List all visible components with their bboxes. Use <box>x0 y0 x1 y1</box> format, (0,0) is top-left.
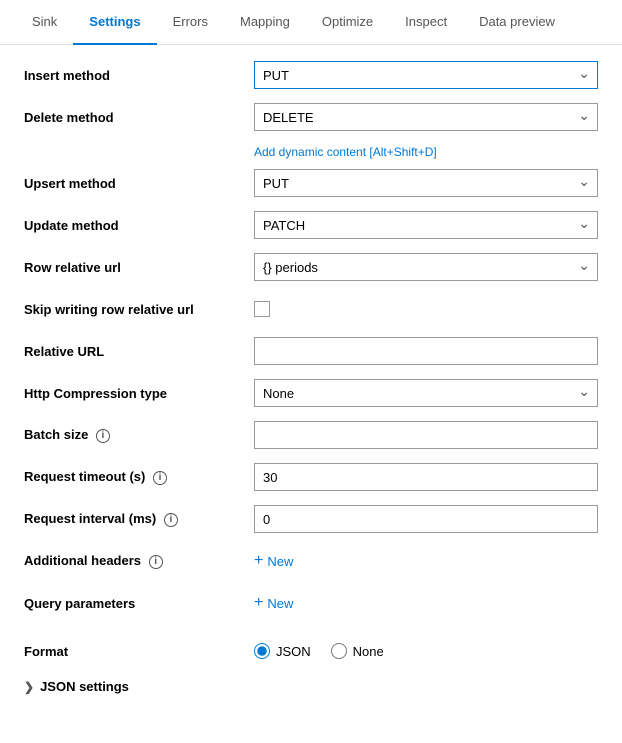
delete-method-select-wrapper: DELETE PUT POST <box>254 103 598 131</box>
insert-method-select-wrapper: PUT POST PATCH <box>254 61 598 89</box>
http-compression-label: Http Compression type <box>24 386 254 401</box>
relative-url-input[interactable] <box>254 337 598 365</box>
insert-method-label: Insert method <box>24 68 254 83</box>
request-interval-control <box>254 505 598 533</box>
http-compression-row: Http Compression type None GZip Deflate <box>24 379 598 407</box>
json-settings-label: JSON settings <box>40 679 129 694</box>
relative-url-row: Relative URL <box>24 337 598 365</box>
additional-headers-label: Additional headers i <box>24 553 254 569</box>
query-parameters-plus-icon: + <box>254 594 263 612</box>
insert-method-control: PUT POST PATCH <box>254 61 598 89</box>
request-timeout-info-icon[interactable]: i <box>153 471 167 485</box>
delete-method-control: DELETE PUT POST <box>254 103 598 131</box>
update-method-select-wrapper: PATCH PUT POST <box>254 211 598 239</box>
format-json-radio[interactable] <box>254 643 270 659</box>
format-none-option[interactable]: None <box>331 643 384 659</box>
query-parameters-control: + New <box>254 594 598 612</box>
request-interval-input[interactable] <box>254 505 598 533</box>
query-parameters-new-button[interactable]: + New <box>254 594 293 612</box>
tab-data-preview[interactable]: Data preview <box>463 0 571 45</box>
update-method-select[interactable]: PATCH PUT POST <box>254 211 598 239</box>
update-method-control: PATCH PUT POST <box>254 211 598 239</box>
dynamic-content-link[interactable]: Add dynamic content [Alt+Shift+D] <box>254 145 598 159</box>
upsert-method-control: PUT POST PATCH <box>254 169 598 197</box>
request-timeout-input[interactable] <box>254 463 598 491</box>
additional-headers-plus-icon: + <box>254 552 263 570</box>
format-json-option[interactable]: JSON <box>254 643 311 659</box>
additional-headers-control: + New <box>254 552 598 570</box>
request-interval-label: Request interval (ms) i <box>24 511 254 527</box>
json-settings-collapsible[interactable]: ❯ JSON settings <box>24 679 598 694</box>
insert-method-select[interactable]: PUT POST PATCH <box>254 61 598 89</box>
delete-method-select[interactable]: DELETE PUT POST <box>254 103 598 131</box>
query-parameters-label: Query parameters <box>24 596 254 611</box>
upsert-method-label: Upsert method <box>24 176 254 191</box>
request-timeout-control <box>254 463 598 491</box>
tab-errors[interactable]: Errors <box>157 0 224 45</box>
batch-size-control <box>254 421 598 449</box>
additional-headers-row: Additional headers i + New <box>24 547 598 575</box>
upsert-method-select[interactable]: PUT POST PATCH <box>254 169 598 197</box>
relative-url-label: Relative URL <box>24 344 254 359</box>
skip-writing-checkbox[interactable] <box>254 301 270 317</box>
update-method-row: Update method PATCH PUT POST <box>24 211 598 239</box>
json-settings-chevron-icon: ❯ <box>24 680 34 694</box>
format-control: JSON None <box>254 643 598 659</box>
tab-inspect[interactable]: Inspect <box>389 0 463 45</box>
format-label: Format <box>24 644 254 659</box>
settings-content: Insert method PUT POST PATCH Delete meth… <box>0 45 622 710</box>
delete-method-row: Delete method DELETE PUT POST <box>24 103 598 131</box>
row-relative-url-select[interactable]: {} periods <box>254 253 598 281</box>
upsert-method-select-wrapper: PUT POST PATCH <box>254 169 598 197</box>
update-method-label: Update method <box>24 218 254 233</box>
skip-writing-label: Skip writing row relative url <box>24 302 254 317</box>
additional-headers-new-button[interactable]: + New <box>254 552 293 570</box>
delete-method-label: Delete method <box>24 110 254 125</box>
batch-size-row: Batch size i <box>24 421 598 449</box>
tab-mapping[interactable]: Mapping <box>224 0 306 45</box>
http-compression-control: None GZip Deflate <box>254 379 598 407</box>
row-relative-url-label: Row relative url <box>24 260 254 275</box>
upsert-method-row: Upsert method PUT POST PATCH <box>24 169 598 197</box>
tab-optimize[interactable]: Optimize <box>306 0 389 45</box>
request-interval-info-icon[interactable]: i <box>164 513 178 527</box>
batch-size-input[interactable] <box>254 421 598 449</box>
row-relative-url-row: Row relative url {} periods <box>24 253 598 281</box>
query-parameters-row: Query parameters + New <box>24 589 598 617</box>
additional-headers-info-icon[interactable]: i <box>149 555 163 569</box>
tab-settings[interactable]: Settings <box>73 0 156 45</box>
relative-url-control <box>254 337 598 365</box>
format-row: Format JSON None <box>24 637 598 665</box>
format-none-radio[interactable] <box>331 643 347 659</box>
http-compression-select-wrapper: None GZip Deflate <box>254 379 598 407</box>
request-interval-row: Request interval (ms) i <box>24 505 598 533</box>
insert-method-row: Insert method PUT POST PATCH <box>24 61 598 89</box>
request-timeout-row: Request timeout (s) i <box>24 463 598 491</box>
row-relative-url-control: {} periods <box>254 253 598 281</box>
row-relative-url-select-wrapper: {} periods <box>254 253 598 281</box>
skip-writing-control <box>254 301 598 317</box>
tab-bar: Sink Settings Errors Mapping Optimize In… <box>0 0 622 45</box>
batch-size-info-icon[interactable]: i <box>96 429 110 443</box>
format-none-label: None <box>353 644 384 659</box>
skip-writing-row: Skip writing row relative url <box>24 295 598 323</box>
tab-sink[interactable]: Sink <box>16 0 73 45</box>
http-compression-select[interactable]: None GZip Deflate <box>254 379 598 407</box>
format-json-label: JSON <box>276 644 311 659</box>
batch-size-label: Batch size i <box>24 427 254 443</box>
request-timeout-label: Request timeout (s) i <box>24 469 254 485</box>
